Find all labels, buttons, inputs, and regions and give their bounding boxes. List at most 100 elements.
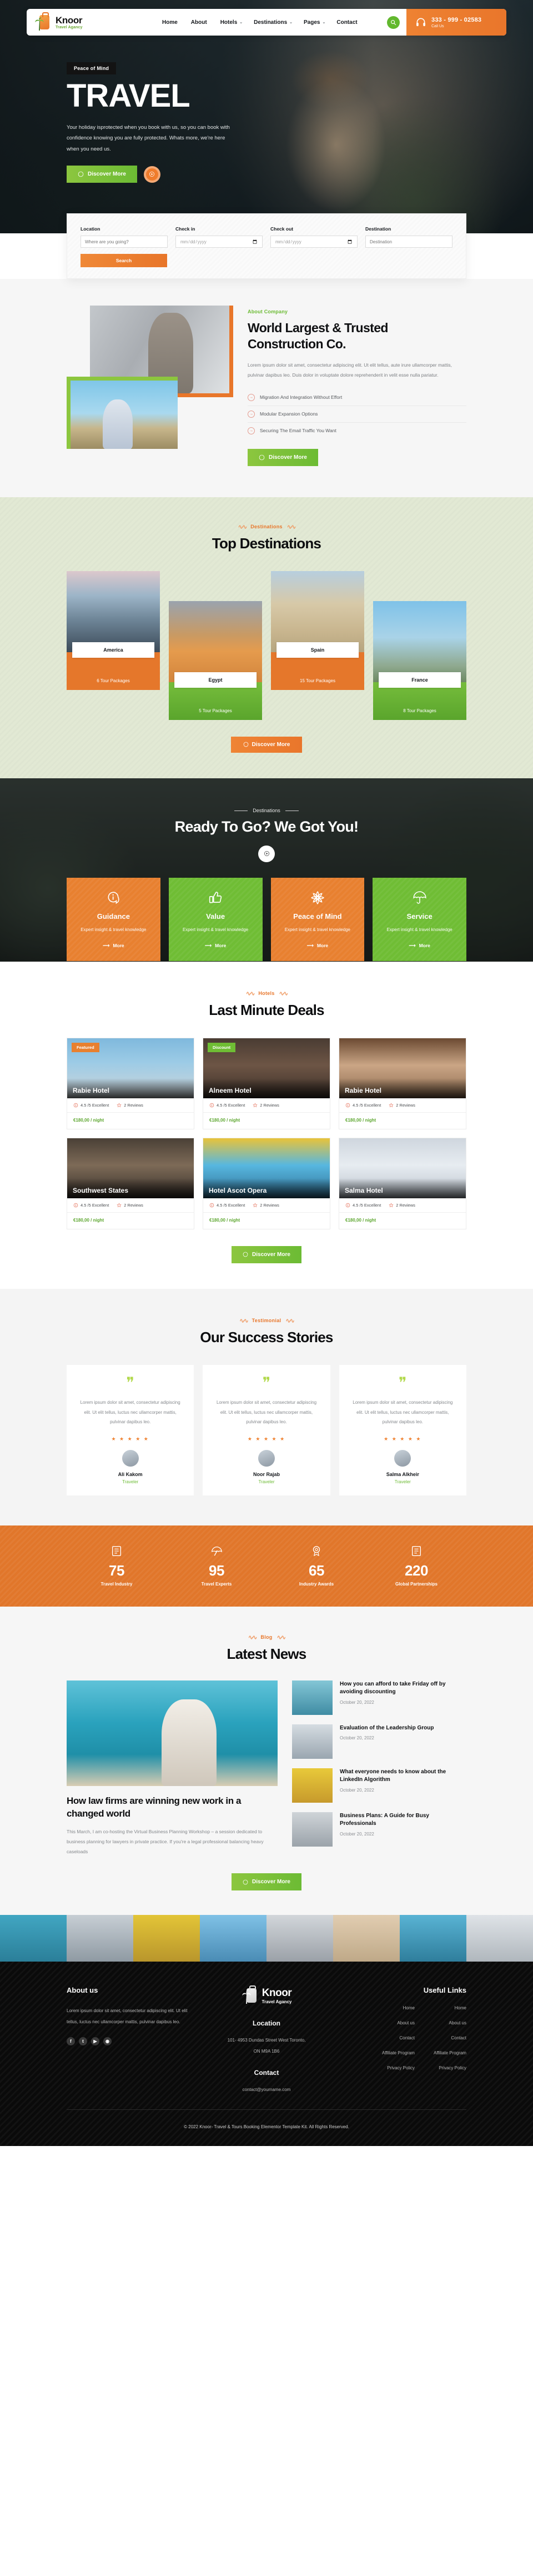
feature-card-peace-of-mind[interactable]: Peace of Mind Expert insight & travel kn… [270,877,365,961]
chevron-down-icon: ⌄ [322,21,326,24]
reviews-text: 2 Reviews [260,1102,279,1108]
footer-link[interactable]: Contact [382,2035,415,2040]
ready-play-button[interactable] [258,845,275,862]
nav-item-hotels[interactable]: Hotels ⌄ [220,19,243,26]
call-us-block[interactable]: 333 - 999 - 02583 Call Us [406,9,506,36]
deal-photo: Discount Alneem Hotel [203,1038,330,1098]
list-item[interactable]: Business Plans: A Guide for Busy Profess… [292,1812,466,1847]
nav-item-contact[interactable]: Contact [336,19,359,26]
field-label: Check out [270,226,294,232]
deal-card[interactable]: Rabie Hotel 4.5 /5 Excellent 2 Reviews €… [339,1037,466,1129]
footer-link[interactable]: About us [434,2020,466,2025]
twitter-icon[interactable]: t [79,2037,87,2045]
rating-icon [73,1103,78,1107]
button-label: Discover More [252,1879,290,1885]
footer-link[interactable]: Home [434,2005,466,2010]
feature-card-guidance[interactable]: Guidance Expert insight & travel knowled… [67,877,160,961]
quote-icon: ❞ [262,1374,271,1391]
destination-packages: 15 Tour Packages [300,678,335,683]
feature-more-link[interactable]: ⟶ More [409,943,430,949]
destination-name: France [379,672,461,688]
star-icon [117,1202,122,1207]
search-button[interactable] [387,16,400,29]
destination-card-egypt[interactable]: Egypt 5 Tour Packages [169,601,262,720]
nav-item-destinations[interactable]: Destinations ⌄ [254,19,293,26]
deal-name: Rabie Hotel [345,1086,382,1094]
blog-eyebrow: ∿∿ Blog ∿∿ [248,1634,286,1641]
feature-more-link[interactable]: ⟶ More [307,943,329,949]
footer-link[interactable]: Affiliate Program [434,2050,466,2055]
footer-link[interactable]: Privacy Policy [382,2065,415,2070]
deal-card[interactable]: Southwest States 4.5 /5 Excellent 2 Revi… [67,1137,194,1229]
footer-link[interactable]: Contact [434,2035,466,2040]
destination-card-france[interactable]: France 8 Tour Packages [373,601,466,720]
deal-rating: 4.5 /5 Excellent [209,1103,245,1108]
list-item[interactable]: Evaluation of the Leadership Group Octob… [292,1724,466,1759]
footer-link[interactable]: Home [382,2005,415,2010]
deal-photo: Salma Hotel [339,1138,466,1198]
nav-label: About [190,19,207,26]
squiggle-right-icon: ∿∿ [286,523,296,531]
blog-thumbnail [292,1680,333,1715]
squiggle-left-icon: ∿∿ [239,1317,249,1324]
feature-card-value[interactable]: Value Expert insight & travel knowledge … [168,877,263,961]
search-icon [391,19,396,25]
destination-card-america[interactable]: America 6 Tour Packages [67,571,160,690]
arrow-right-icon: ⟶ [409,942,416,948]
blog-post-title: How you can afford to take Friday off by… [340,1680,446,1695]
footer-link[interactable]: Privacy Policy [434,2065,466,2070]
list-item[interactable]: What everyone needs to know about the Li… [292,1768,466,1803]
squiggle-right-icon: ∿∿ [276,1634,286,1641]
arrow-right-circle-icon: → [248,427,255,434]
hero-discover-more-button[interactable]: Discover More [67,166,137,183]
deal-rating: 4.5 /5 Excellent [73,1203,109,1208]
footer-link[interactable]: Affiliate Program [382,2050,415,2055]
instagram-icon[interactable]: ◉ [103,2037,112,2045]
hero-title: TRAVEL [67,78,190,114]
counter-label: Global Partnerships [395,1581,438,1587]
checkin-input[interactable] [175,236,263,248]
list-item[interactable]: How you can afford to take Friday off by… [292,1680,466,1715]
deals-discover-more-button[interactable]: Discover More [232,1246,301,1263]
destination-input[interactable] [365,236,452,248]
blog-featured-post[interactable]: How law firms are winning new work in a … [67,1680,278,1857]
compass-icon [243,1879,248,1885]
feature-more-link[interactable]: ⟶ More [205,943,227,949]
feature-more-link[interactable]: ⟶ More [103,943,124,949]
checkout-input[interactable] [270,236,358,248]
hero-play-button[interactable] [143,166,160,183]
rating-text: 4.5 /5 Excellent [353,1102,381,1108]
footer-logo[interactable]: Knoor Travel Agancy [205,1985,328,2005]
about-discover-more-button[interactable]: Discover More [248,448,318,466]
compass-icon [78,172,84,177]
deal-card[interactable]: Featured Rabie Hotel 4.5 /5 Excellent 2 … [67,1037,194,1129]
deal-card[interactable]: Hotel Ascot Opera 4.5 /5 Excellent 2 Rev… [203,1137,330,1229]
nav-item-pages[interactable]: Pages ⌄ [304,19,325,26]
about-paragraph: Lorem ipsum dolor sit amet, consectetur … [248,362,452,378]
list-item: → Migration And Integration Without Effo… [248,389,466,406]
testimonial-text: Lorem ipsum dolor sit amet, consectetur … [80,1400,180,1425]
footer-contact-heading: Contact [254,2068,279,2077]
brand-logo[interactable]: Knoor Travel Agancy [27,12,127,32]
feature-card-service[interactable]: Service Expert insight & travel knowledg… [373,877,466,961]
nav-links: Home About Hotels ⌄ Destinations ⌄ Pages ⌄ … [162,19,360,26]
arrow-right-icon: ⟶ [103,942,110,948]
location-input[interactable] [81,236,168,248]
testimonials-section: ∿∿ Testimonial ∿∿ Our Success Stories ❞ … [0,1288,533,1525]
squiggle-left-icon: ∿∿ [238,523,248,531]
blog-discover-more-button[interactable]: Discover More [232,1873,301,1891]
deal-card[interactable]: Salma Hotel 4.5 /5 Excellent 2 Reviews €… [339,1137,466,1229]
facebook-icon[interactable]: f [67,2037,75,2045]
footer-link[interactable]: About us [382,2020,415,2025]
search-submit-button[interactable]: Search [81,254,167,267]
deal-card[interactable]: Discount Alneem Hotel 4.5 /5 Excellent 2… [203,1037,330,1129]
destinations-discover-more-button[interactable]: Discover More [230,736,303,753]
footer-email[interactable]: contact@yourname.com [205,2084,328,2095]
brand-tagline: Travel Agancy [56,25,83,29]
youtube-icon[interactable]: ▶ [91,2037,99,2045]
nav-item-about[interactable]: About [191,19,209,26]
nav-item-home[interactable]: Home [162,19,180,26]
deal-rating: 4.5 /5 Excellent [345,1103,381,1108]
destination-card-spain[interactable]: Spain 15 Tour Packages [271,571,364,690]
deal-reviews: 2 Reviews [253,1203,279,1208]
